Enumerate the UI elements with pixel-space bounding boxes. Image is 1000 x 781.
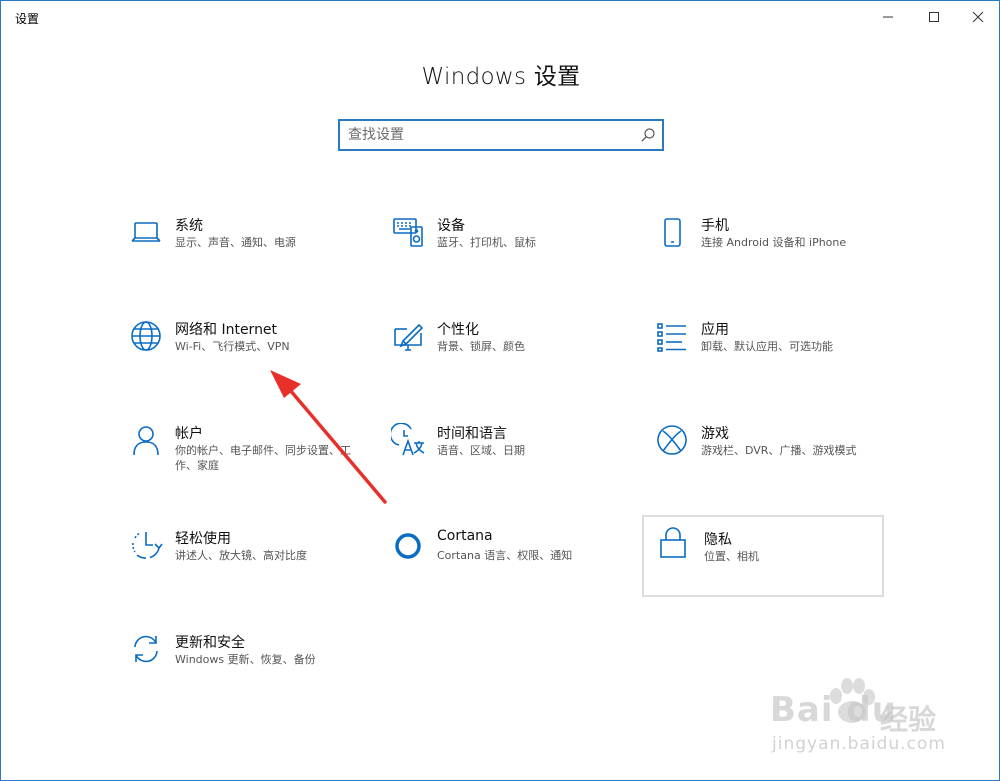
minimize-button[interactable] bbox=[865, 1, 911, 33]
tile-phone[interactable]: 手机 连接 Android 设备和 iPhone bbox=[645, 205, 887, 287]
tile-apps[interactable]: 应用 卸载、默认应用、可选功能 bbox=[645, 309, 887, 391]
tile-ease-of-access[interactable]: 轻松使用 讲述人、放大镜、高对比度 bbox=[119, 518, 361, 600]
window-title: 设置 bbox=[15, 12, 40, 26]
page-title: Windows 设置 bbox=[421, 64, 581, 90]
tile-title: 更新和安全 bbox=[175, 635, 245, 651]
tile-system[interactable]: 系统 显示、声音、通知、电源 bbox=[119, 205, 361, 287]
tile-personalization[interactable]: 个性化 背景、锁屏、颜色 bbox=[381, 309, 623, 391]
laptop-icon bbox=[131, 222, 161, 242]
tile-description: 连接 Android 设备和 iPhone bbox=[701, 236, 847, 249]
apps-list-icon bbox=[657, 323, 686, 352]
lock-icon bbox=[660, 527, 686, 558]
search-box[interactable] bbox=[338, 119, 664, 151]
close-button[interactable] bbox=[955, 1, 1000, 33]
tile-title: 网络和 Internet bbox=[175, 322, 278, 338]
tile-privacy[interactable]: 隐私 位置、相机 bbox=[642, 515, 884, 597]
tile-description: 蓝牙、打印机、鼠标 bbox=[437, 236, 536, 249]
watermark-brand: Bai du bbox=[770, 690, 897, 730]
tile-description: 背景、锁屏、颜色 bbox=[437, 340, 525, 353]
search-icon[interactable] bbox=[640, 127, 656, 143]
tile-description: 游戏栏、DVR、广播、游戏模式 bbox=[701, 444, 857, 457]
person-icon bbox=[133, 426, 159, 456]
tile-cortana[interactable]: Cortana Cortana 语言、权限、通知 bbox=[381, 518, 623, 600]
settings-window: 设置 Windows 设置 系统 显示、声音、通知、电源 bbox=[0, 0, 1000, 781]
close-icon bbox=[972, 11, 984, 23]
devices-icon bbox=[393, 218, 423, 247]
tile-title: 帐户 bbox=[175, 426, 203, 442]
time-language-icon bbox=[391, 423, 425, 456]
tile-description: Cortana 语言、权限、通知 bbox=[437, 549, 573, 562]
tile-title: 系统 bbox=[175, 218, 203, 234]
tile-gaming[interactable]: 游戏 游戏栏、DVR、广播、游戏模式 bbox=[645, 413, 887, 495]
tile-title: 轻松使用 bbox=[175, 531, 231, 547]
tile-title: 设备 bbox=[437, 218, 465, 234]
globe-icon bbox=[131, 321, 161, 351]
watermark-url: jingyan.baidu.com bbox=[772, 734, 946, 754]
tile-network[interactable]: 网络和 Internet Wi-Fi、飞行模式、VPN bbox=[119, 309, 361, 391]
tile-title: 时间和语言 bbox=[437, 426, 507, 442]
ease-of-access-icon bbox=[132, 532, 163, 559]
baidu-watermark: Bai du 经验 jingyan.baidu.com bbox=[760, 676, 980, 771]
tile-description: Windows 更新、恢复、备份 bbox=[175, 653, 316, 666]
tile-description: 你的帐户、电子邮件、同步设置、工作、家庭 bbox=[175, 444, 351, 472]
tile-description: 讲述人、放大镜、高对比度 bbox=[175, 549, 307, 562]
tile-title: 个性化 bbox=[437, 322, 479, 338]
cortana-icon bbox=[395, 533, 421, 559]
tile-description: 显示、声音、通知、电源 bbox=[175, 236, 296, 249]
tile-title: Cortana bbox=[437, 528, 493, 544]
tile-title: 手机 bbox=[701, 218, 729, 234]
xbox-icon bbox=[657, 425, 687, 455]
tile-update-security[interactable]: 更新和安全 Windows 更新、恢复、备份 bbox=[119, 622, 361, 704]
watermark-brand-cn: 经验 bbox=[880, 703, 937, 736]
maximize-button[interactable] bbox=[911, 1, 957, 33]
tile-description: 位置、相机 bbox=[704, 550, 759, 563]
personalization-icon bbox=[394, 323, 424, 351]
title-bar[interactable]: 设置 bbox=[1, 1, 999, 33]
maximize-icon bbox=[929, 12, 939, 22]
tile-time-language[interactable]: 时间和语言 语音、区域、日期 bbox=[381, 413, 623, 495]
tile-description: 语音、区域、日期 bbox=[437, 444, 525, 457]
sync-icon bbox=[134, 635, 158, 663]
tile-description: 卸载、默认应用、可选功能 bbox=[701, 340, 833, 353]
tile-devices[interactable]: 设备 蓝牙、打印机、鼠标 bbox=[381, 205, 623, 287]
tile-title: 游戏 bbox=[701, 426, 729, 442]
search-input[interactable] bbox=[348, 121, 628, 149]
minimize-icon bbox=[883, 16, 893, 18]
phone-icon bbox=[664, 218, 681, 247]
tile-title: 应用 bbox=[701, 322, 729, 338]
tile-title: 隐私 bbox=[704, 532, 732, 548]
tile-description: Wi-Fi、飞行模式、VPN bbox=[175, 340, 290, 353]
tile-accounts[interactable]: 帐户 你的帐户、电子邮件、同步设置、工作、家庭 bbox=[119, 413, 361, 495]
